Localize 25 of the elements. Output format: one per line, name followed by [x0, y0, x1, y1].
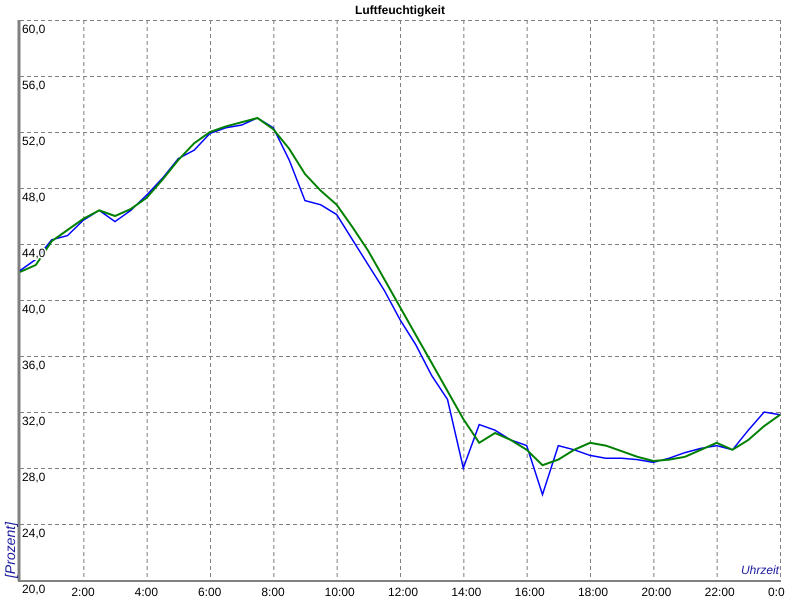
x-tick-label: 18:00	[578, 585, 608, 599]
y-tick-label: 48,0	[22, 190, 46, 204]
y-tick-label: 56,0	[22, 78, 46, 92]
x-tick-label: 14:00	[451, 585, 482, 599]
y-tick-label: 24,0	[22, 526, 46, 540]
x-tick-label: 0:0	[768, 585, 785, 599]
x-tick-label: 12:00	[388, 585, 418, 599]
chart-title: Luftfeuchtigkeit	[355, 3, 445, 17]
y-tick-label: 28,0	[22, 470, 46, 484]
axis-title: Uhrzeit	[740, 563, 779, 577]
y-tick-label: 36,0	[22, 358, 46, 372]
x-tick-label: 22:00	[704, 585, 735, 599]
x-tick-label: 16:00	[514, 585, 545, 599]
y-tick-label: 20,0	[22, 582, 46, 596]
x-tick-label: 10:00	[324, 585, 355, 599]
y-tick-label: 40,0	[22, 302, 46, 316]
x-tick-label: 2:00	[71, 585, 95, 599]
axis-title: [Prozent]	[2, 522, 18, 578]
x-tick-label: 6:00	[198, 585, 222, 599]
y-tick-label: 60,0	[22, 22, 46, 36]
x-tick-label: 20:00	[641, 585, 672, 599]
y-tick-label: 52,0	[22, 134, 46, 148]
y-tick-label: 32,0	[22, 414, 46, 428]
x-tick-label: 4:00	[134, 585, 158, 599]
x-tick-label: 8:00	[261, 585, 285, 599]
